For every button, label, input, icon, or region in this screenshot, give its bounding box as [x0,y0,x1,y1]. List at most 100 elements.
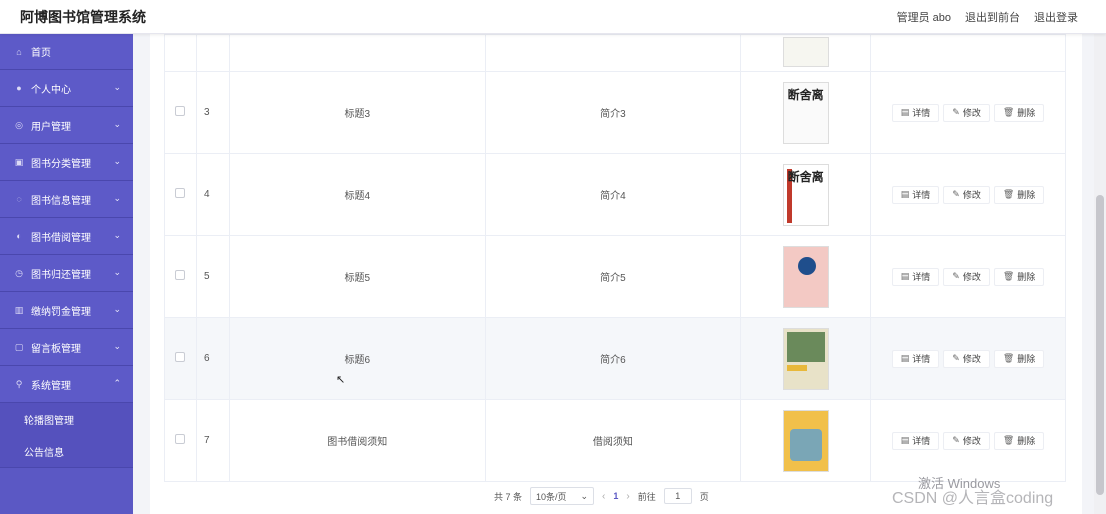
edit-button[interactable]: ✎ 修改 [943,103,990,122]
sidebar-item-label: 图书信息管理 [31,195,91,207]
sidebar-item-borrow[interactable]: ◐ 图书借阅管理 ⌄ [0,218,133,255]
home-icon: ⌂ [16,46,22,57]
sidebar: ⌂ 首页 ● 个人中心 ⌄ ◎ 用户管理 ⌄ ▣ 图书分类管理 ⌄ ◌ 图书信息… [0,34,133,514]
delete-button[interactable]: 🗑 删除 [993,103,1045,122]
edit-icon: ✎ [952,107,960,117]
sidebar-item-label: 系统管理 [31,380,71,392]
fine-icon: ▥ [14,304,24,315]
row-index: 3 [195,71,230,154]
admin-label: 管理员 abo [896,12,951,24]
chevron-down-icon: ⌄ [113,156,121,166]
row-checkbox[interactable] [175,188,186,198]
sidebar-item-book-info[interactable]: ◌ 图书信息管理 ⌄ [0,181,133,218]
logout-link[interactable]: 退出登录 [1034,9,1078,25]
trash-icon: 🗑 [1002,435,1015,445]
table-row: 5 标题5 简介5 ▤ 详情 ✎ 修改 🗑 删除 [164,235,1066,318]
sidebar-item-category[interactable]: ▣ 图书分类管理 ⌄ [0,144,133,181]
row-title: 标题4 [228,153,486,236]
table-row: 7 图书借阅须知 借阅须知 ▤ 详情 ✎ 修改 🗑 删除 [164,399,1066,482]
system-icon: ⚲ [15,378,23,389]
sidebar-item-label: 首页 [31,48,51,59]
csdn-watermark: CSDN @人言盒coding [892,490,1054,507]
trash-icon: 🗑 [1002,189,1015,199]
top-right-links: 管理员 abo 退出到前台 退出登录 [897,9,1078,25]
goto-front-link[interactable]: 退出到前台 [965,9,1020,25]
sidebar-item-profile[interactable]: ● 个人中心 ⌄ [0,70,133,107]
chevron-down-icon: ⌄ [113,267,121,277]
sidebar-item-label: 留言板管理 [31,343,81,355]
book-table: 3 标题3 简介3 断舍离 ▤ 详情 ✎ 修改 🗑 删除 4 标题4 简介4 断舍离 … [164,34,1066,482]
edit-button[interactable]: ✎ 修改 [943,431,990,450]
page-size-select[interactable]: 10条/页 ⌄ [530,487,595,505]
user-icon: ● [16,83,22,93]
row-checkbox[interactable] [175,434,186,444]
row-index: 4 [195,153,230,236]
edit-button[interactable]: ✎ 修改 [943,267,990,286]
sidebar-subitem-notice[interactable]: 公告信息 [0,435,133,467]
scrollbar-thumb[interactable] [1096,195,1104,495]
sidebar-item-label: 缴纳罚金管理 [31,306,91,318]
book-cover-image: 断舍离 [782,81,829,144]
document-icon: ▤ [900,271,910,281]
sidebar-item-home[interactable]: ⌂ 首页 [0,34,133,70]
sidebar-item-message[interactable]: ▢ 留言板管理 ⌄ [0,329,133,366]
detail-button[interactable]: ▤ 详情 [891,431,940,450]
pagination: 共 7 条 10条/页 ⌄ ‹ 1 › 前往 1 页 [494,487,709,505]
sidebar-item-label: 图书分类管理 [31,158,91,170]
detail-button[interactable]: ▤ 详情 [891,103,940,122]
next-page-icon[interactable]: › [626,491,629,502]
row-intro: 借阅须知 [484,399,742,482]
sidebar-subitem-carousel[interactable]: 轮播图管理 [0,403,133,435]
delete-button[interactable]: 🗑 删除 [993,349,1045,368]
sidebar-item-system[interactable]: ⚲ 系统管理 ⌃ [0,366,133,403]
detail-button[interactable]: ▤ 详情 [891,267,940,286]
sidebar-item-return[interactable]: ◷ 图书归还管理 ⌄ [0,255,133,292]
edit-button[interactable]: ✎ 修改 [943,349,990,368]
chevron-down-icon: ⌄ [580,490,589,501]
edit-icon: ✎ [952,271,960,281]
document-icon: ▤ [900,107,910,117]
edit-button[interactable]: ✎ 修改 [943,185,990,204]
row-checkbox[interactable] [175,106,186,116]
delete-button[interactable]: 🗑 删除 [993,431,1045,450]
row-checkbox[interactable] [175,270,186,280]
row-title: 标题5 [228,235,486,318]
table-row: 4 标题4 简介4 断舍离 ▤ 详情 ✎ 修改 🗑 删除 [164,153,1066,236]
row-index: 5 [195,235,230,318]
book-cover-image [782,327,829,390]
trash-icon: 🗑 [1002,107,1015,117]
row-intro: 简介4 [484,153,742,236]
goto-page-input[interactable]: 1 [663,488,692,504]
book-cover-image [782,409,829,472]
document-icon: ▤ [900,189,910,199]
book-cover-image [782,36,829,67]
sidebar-item-label: 个人中心 [31,84,71,96]
chevron-up-icon: ⌃ [113,378,121,388]
mouse-cursor-icon: ↖ [336,374,346,386]
table-row [164,34,1066,72]
edit-icon: ✎ [952,353,960,363]
borrow-icon: ◐ [16,231,22,241]
delete-button[interactable]: 🗑 删除 [993,185,1045,204]
sidebar-item-label: 图书归还管理 [31,269,91,281]
row-checkbox[interactable] [175,352,186,362]
row-intro: 简介3 [484,71,742,154]
book-info-icon: ◌ [16,194,22,204]
delete-button[interactable]: 🗑 删除 [993,267,1045,286]
users-icon: ◎ [15,119,23,130]
goto-label: 前往 [637,491,656,502]
app-title: 阿博图书馆管理系统 [20,9,146,25]
prev-page-icon[interactable]: ‹ [602,491,605,502]
row-title: 图书借阅须知 [228,399,486,482]
total-count: 共 7 条 [494,491,523,502]
sidebar-item-users[interactable]: ◎ 用户管理 ⌄ [0,107,133,144]
chevron-down-icon: ⌄ [113,304,121,314]
detail-button[interactable]: ▤ 详情 [891,185,940,204]
top-bar: 阿博图书馆管理系统 管理员 abo 退出到前台 退出登录 [0,0,1106,34]
sidebar-item-fine[interactable]: ▥ 缴纳罚金管理 ⌄ [0,292,133,329]
chevron-down-icon: ⌄ [113,193,121,203]
chevron-down-icon: ⌄ [113,341,121,351]
chevron-down-icon: ⌄ [113,230,121,240]
current-page[interactable]: 1 [613,491,618,501]
detail-button[interactable]: ▤ 详情 [891,349,940,368]
